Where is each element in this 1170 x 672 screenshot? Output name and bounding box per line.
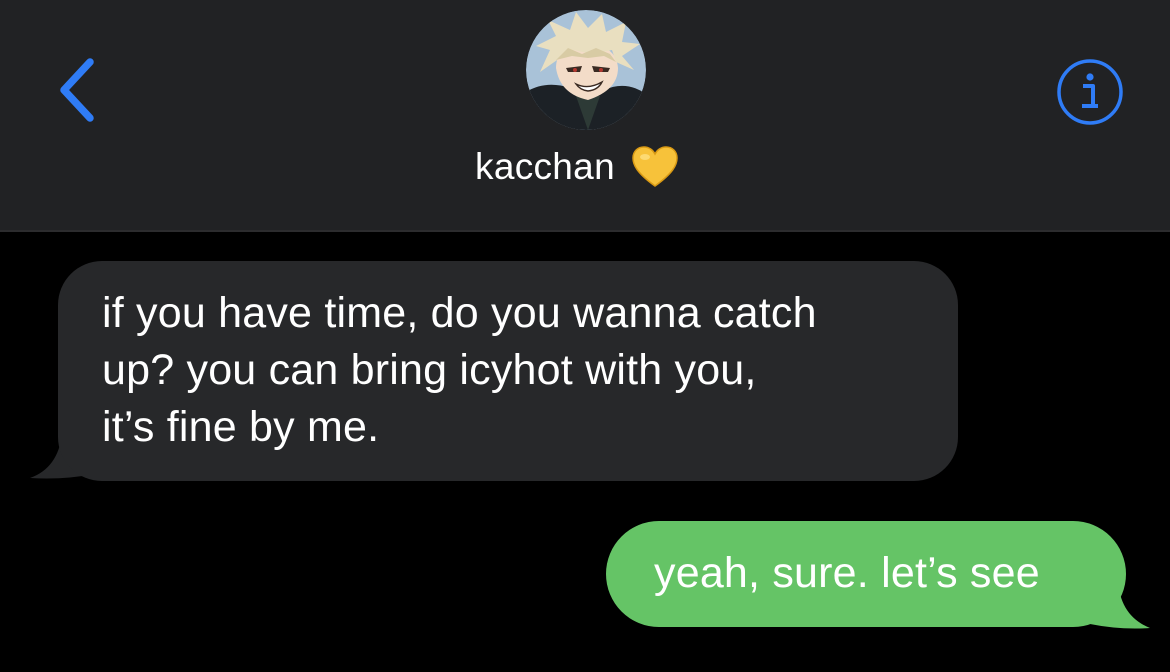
contact-name-row[interactable]: kacchan	[0, 142, 1170, 192]
back-button[interactable]	[52, 56, 104, 124]
contact-name: kacchan	[475, 146, 615, 187]
messages-screen: kacchan if you have time, do you wanna c…	[0, 0, 1170, 672]
message-line: up? you can bring icyhot with you,	[102, 346, 757, 394]
conversation-header: kacchan	[0, 0, 1170, 232]
info-circle-icon	[1057, 59, 1123, 125]
incoming-message-bubble[interactable]: if you have time, do you wanna catch up?…	[58, 261, 958, 481]
message-line: it’s fine by me.	[102, 403, 380, 451]
message-text: yeah, sure. let’s see	[654, 549, 1040, 597]
yellow-heart-icon	[631, 145, 679, 189]
contact-avatar[interactable]	[526, 10, 646, 130]
message-thread: if you have time, do you wanna catch up?…	[0, 234, 1170, 672]
message-line: if you have time, do you wanna catch	[102, 289, 817, 337]
chevron-left-icon	[60, 58, 94, 122]
avatar-image	[526, 10, 646, 130]
info-button[interactable]	[1056, 58, 1124, 126]
outgoing-message-bubble[interactable]: yeah, sure. let’s see	[606, 521, 1126, 627]
